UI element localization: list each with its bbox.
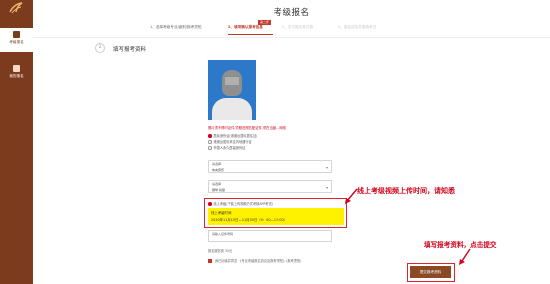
exam-date-value: 2020年11月15日—11月30日（9：00—17:00） [211,218,288,222]
agreement-checkbox[interactable]: 我已阅读并同意 《专业考级报名协议及报考须知》(报考须知) [208,258,301,263]
step-4: 4、报名成功并缴纳考试 [338,25,377,29]
step-1: 1、选择考级专业/级别/报考须知 [150,25,202,29]
list-icon [13,65,20,72]
chevron-down-icon: ▾ [325,164,328,170]
logo-icon [9,2,23,14]
applicant-photo[interactable] [208,60,256,120]
photo-warning: 照片须不得时证件,须照旧照匹配证件,须在当届…网络 [208,126,286,130]
id-number-input[interactable]: 请输入证件号码 [208,230,332,242]
section-title: 填写报考资料 [113,47,147,53]
sidebar-item-label: 我的报名 [9,74,24,78]
id-type-option[interactable]: 居民身份证(港澳台居民居住证) [208,133,257,138]
step-bar: 1、选择考级专业/级别/报考须知 2、填写确认报考信息 3、支付报名考试费 4、… [150,25,400,35]
divider [33,37,550,38]
sidebar: 考级报名 我的报名 [0,0,33,284]
upload-time-annotation: 线上考级视频上传时间，请知悉 [357,187,455,195]
submit-button[interactable]: 提交报考资料 [410,266,451,278]
radio-icon [208,134,212,138]
exam-date-highlight: 线上考级时间 2020年11月15日—11月30日（9：00—17:00） [208,208,344,225]
step-badge: 第二步 [258,20,272,25]
sidebar-item-registration[interactable]: 考级报名 [0,28,33,52]
section-number: 2 [95,43,105,53]
id-type-option[interactable]: 港澳台居民来往内地通行证 [208,139,252,144]
sidebar-item-label: 考级报名 [9,40,24,44]
active-step-underline [228,34,273,35]
page-title: 考级报名 [273,8,310,18]
checkbox-icon [208,259,212,263]
exam-org-select[interactable]: 请选择 中央音乐 ▾ [208,160,332,173]
arrow-icon [459,248,471,265]
radio-icon [208,146,212,150]
registration-icon [13,31,20,38]
step-2: 2、填写确认报考信息 [228,25,263,29]
chevron-down-icon: ▾ [325,184,328,190]
id-type-option[interactable]: 外国人永久居留身份证 [208,145,245,150]
submit-callout: 提交报考资料 [407,263,455,282]
step-3: 3、支付报名考试费 [282,25,314,29]
radio-icon [208,202,212,206]
fee-text: 报名服务费 35元 [208,249,233,253]
exam-date-label: 线上考级时间 [211,211,232,215]
exam-date-option[interactable]: 线上考级(下载上传视频方式考核APP考试) [208,201,273,206]
arrow-icon [345,188,358,204]
exam-level-select[interactable]: 请选择 钢琴 初级 ▾ [208,180,332,193]
radio-icon [208,140,212,144]
sidebar-item-my-registration[interactable]: 我的报名 [0,62,33,86]
